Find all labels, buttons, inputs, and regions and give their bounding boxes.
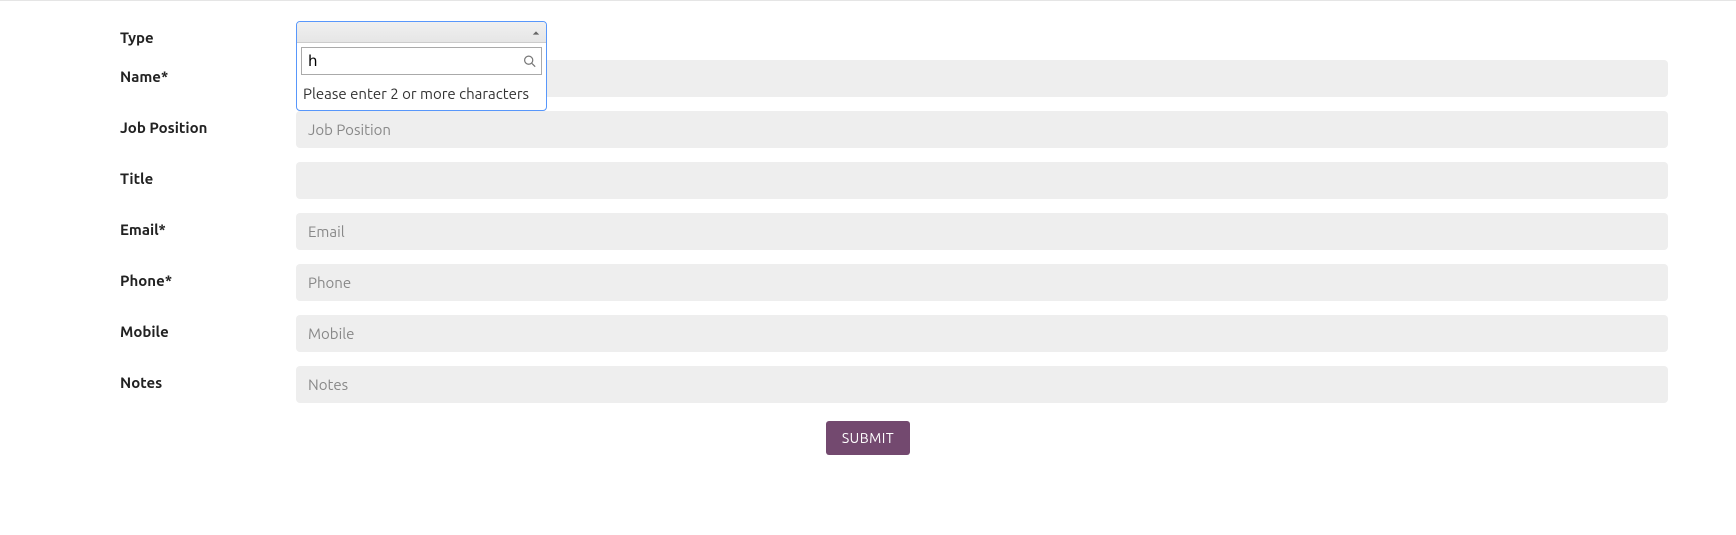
type-select-search-input[interactable]	[301, 47, 542, 75]
email-input[interactable]	[296, 213, 1668, 250]
contact-form: Type	[48, 21, 1688, 455]
field-row-phone: Phone*	[68, 264, 1668, 301]
phone-input[interactable]	[296, 264, 1668, 301]
submit-row: SUBMIT	[68, 421, 1668, 455]
label-mobile: Mobile	[68, 315, 296, 340]
type-select-search-wrap	[297, 43, 546, 78]
label-job-position: Job Position	[68, 111, 296, 136]
label-email: Email*	[68, 213, 296, 238]
notes-input[interactable]	[296, 366, 1668, 403]
type-select-hint: Please enter 2 or more characters	[297, 78, 546, 110]
label-type: Type	[68, 21, 296, 46]
field-row-title: Title	[68, 162, 1668, 199]
job-position-input[interactable]	[296, 111, 1668, 148]
title-input[interactable]	[296, 162, 1668, 199]
label-phone: Phone*	[68, 264, 296, 289]
field-row-job-position: Job Position	[68, 111, 1668, 148]
chevron-up-icon	[532, 23, 540, 41]
field-row-mobile: Mobile	[68, 315, 1668, 352]
label-notes: Notes	[68, 366, 296, 391]
label-name: Name*	[68, 60, 296, 85]
field-row-notes: Notes	[68, 366, 1668, 403]
type-select-collapse[interactable]	[297, 22, 546, 43]
field-row-email: Email*	[68, 213, 1668, 250]
label-title: Title	[68, 162, 296, 187]
submit-button[interactable]: SUBMIT	[826, 421, 910, 455]
type-select-dropdown[interactable]: Please enter 2 or more characters	[296, 21, 547, 111]
field-row-type: Type	[68, 21, 1668, 46]
mobile-input[interactable]	[296, 315, 1668, 352]
